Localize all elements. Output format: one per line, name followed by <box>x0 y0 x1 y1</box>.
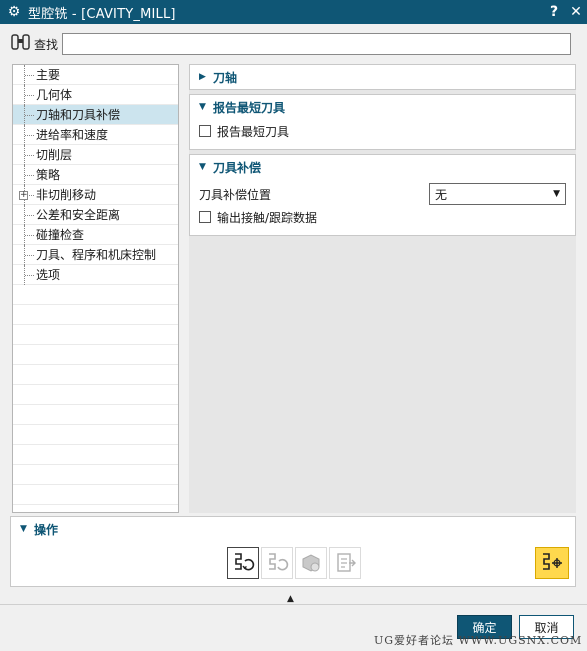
report-shortest-checkbox[interactable] <box>199 125 211 137</box>
expand-icon[interactable]: + <box>19 191 28 200</box>
cutter-comp-header[interactable]: ▼ 刀具补偿 <box>190 155 575 179</box>
comp-position-row: 刀具补偿位置 无 ▼ <box>199 181 566 207</box>
search-label: 查找 <box>34 37 59 52</box>
collapsed-arrow-icon: ▶ <box>199 72 206 82</box>
tree-item-label: 主要 <box>36 68 61 82</box>
replay-icon <box>269 553 289 571</box>
operation-buttons <box>227 547 363 579</box>
report-shortest-group: ▼ 报告最短刀具 报告最短刀具 <box>189 94 576 150</box>
expanded-arrow-icon: ▼ <box>199 162 206 172</box>
tree-branch-line <box>24 205 34 225</box>
search-row: 查找 <box>0 28 587 60</box>
tool-axis-header[interactable]: ▶ 刀轴 <box>190 65 575 89</box>
generate-button[interactable] <box>227 547 259 579</box>
gear-icon[interactable]: ⚙ <box>0 4 28 20</box>
cutter-comp-group: ▼ 刀具补偿 刀具补偿位置 无 ▼ 输出接触/跟踪数据 <box>189 154 576 236</box>
list-button[interactable] <box>329 547 361 579</box>
tree-empty-row <box>13 445 178 465</box>
tree-empty-row <box>13 485 178 505</box>
tree-branch-line <box>24 125 34 145</box>
tree-empty-row <box>13 305 178 325</box>
collapse-up-icon[interactable]: ▲ <box>287 594 294 604</box>
tree-branch-line <box>24 245 34 265</box>
tree-item[interactable]: 公差和安全距离 <box>13 205 178 225</box>
cutter-comp-title: 刀具补偿 <box>213 160 262 175</box>
close-button[interactable]: ✕ <box>565 4 587 20</box>
tree-item[interactable]: 选项 <box>13 265 178 285</box>
operations-title: 操作 <box>34 522 59 537</box>
tree-item-label: 选项 <box>36 268 61 282</box>
tree-item-label: 进给率和速度 <box>36 128 109 142</box>
output-contact-checkbox[interactable] <box>199 211 211 223</box>
cutter-comp-body: 刀具补偿位置 无 ▼ 输出接触/跟踪数据 <box>190 179 575 235</box>
tree-item-label: 刀具、程序和机床控制 <box>36 248 157 262</box>
tree-item[interactable]: 刀具、程序和机床控制 <box>13 245 178 265</box>
tree-item[interactable]: 主要 <box>13 65 178 85</box>
operations-group: ▼ 操作 <box>10 516 576 587</box>
help-button[interactable]: ? <box>543 4 565 20</box>
tree-item-label: 非切削移动 <box>36 188 97 202</box>
binoculars-icon <box>8 33 34 55</box>
tree-item[interactable]: 刀轴和刀具补偿 <box>13 105 178 125</box>
verify-icon <box>302 554 320 572</box>
tree-empty-row <box>13 325 178 345</box>
tree-empty-row <box>13 425 178 445</box>
title-bar: ⚙ 型腔铣 - [CAVITY_MILL] ? ✕ <box>0 0 587 24</box>
comp-position-label: 刀具补偿位置 <box>199 187 272 202</box>
tree-empty-row <box>13 405 178 425</box>
tree-branch-line <box>24 265 34 285</box>
watermark-text: UG爱好者论坛 WWW.UGSNX.COM <box>374 634 583 647</box>
tree-item-label: 几何体 <box>36 88 73 102</box>
search-input[interactable] <box>62 33 572 55</box>
report-shortest-row: 报告最短刀具 <box>199 121 566 141</box>
replay-button[interactable] <box>261 547 293 579</box>
tree-branch-line <box>24 225 34 245</box>
footer-divider <box>0 604 587 605</box>
tree-empty-row <box>13 465 178 485</box>
generate-icon <box>235 553 255 571</box>
report-shortest-title: 报告最短刀具 <box>213 100 286 115</box>
verify-button[interactable] <box>295 547 327 579</box>
tree-item[interactable]: + 非切削移动 <box>13 185 178 205</box>
tree-branch-line <box>24 165 34 185</box>
settings-panel: ▶ 刀轴 ▼ 报告最短刀具 报告最短刀具 ▼ 刀具补偿 刀具补偿位置 无 ▼ 输… <box>189 64 576 513</box>
tree-item-label: 切削层 <box>36 148 73 162</box>
tree-item[interactable]: 切削层 <box>13 145 178 165</box>
tree-item-label: 策略 <box>36 168 61 182</box>
tree-branch-line <box>24 85 34 105</box>
tree-empty-row <box>13 385 178 405</box>
tree-empty-row <box>13 285 178 305</box>
tree-item[interactable]: 进给率和速度 <box>13 125 178 145</box>
highlight-display-button[interactable] <box>535 547 569 579</box>
window-title: 型腔铣 - [CAVITY_MILL] <box>28 6 176 22</box>
tree-item[interactable]: 策略 <box>13 165 178 185</box>
path-display-icon <box>543 553 562 570</box>
report-shortest-body: 报告最短刀具 <box>190 119 575 149</box>
output-contact-label: 输出接触/跟踪数据 <box>217 210 318 225</box>
comp-position-select[interactable]: 无 ▼ <box>429 183 566 205</box>
tree-branch-line <box>24 105 34 125</box>
operations-header[interactable]: ▼ 操作 <box>11 517 575 541</box>
report-shortest-label: 报告最短刀具 <box>217 124 290 139</box>
tree-item-label: 碰撞检查 <box>36 228 85 242</box>
list-icon <box>337 553 356 572</box>
tree-empty-row <box>13 365 178 385</box>
navigation-tree: 主要几何体刀轴和刀具补偿 进给率和速度 切削层策略 + 非切削移动公差和安全距离 碰撞检查… <box>12 64 179 513</box>
expanded-arrow-icon: ▼ <box>199 102 206 112</box>
expanded-arrow-icon: ▼ <box>20 524 27 534</box>
chevron-down-icon: ▼ <box>553 189 560 199</box>
tree-branch-line <box>24 65 34 85</box>
output-contact-row: 输出接触/跟踪数据 <box>199 207 566 227</box>
tree-item[interactable]: 几何体 <box>13 85 178 105</box>
tree-empty-row <box>13 345 178 365</box>
tree-item[interactable]: 碰撞检查 <box>13 225 178 245</box>
report-shortest-header[interactable]: ▼ 报告最短刀具 <box>190 95 575 119</box>
comp-position-value: 无 <box>435 187 448 202</box>
tree-item-label: 公差和安全距离 <box>36 208 121 222</box>
tree-item-label: 刀轴和刀具补偿 <box>36 108 121 122</box>
tool-axis-group: ▶ 刀轴 <box>189 64 576 90</box>
tool-axis-title: 刀轴 <box>213 70 238 85</box>
tree-branch-line <box>24 145 34 165</box>
